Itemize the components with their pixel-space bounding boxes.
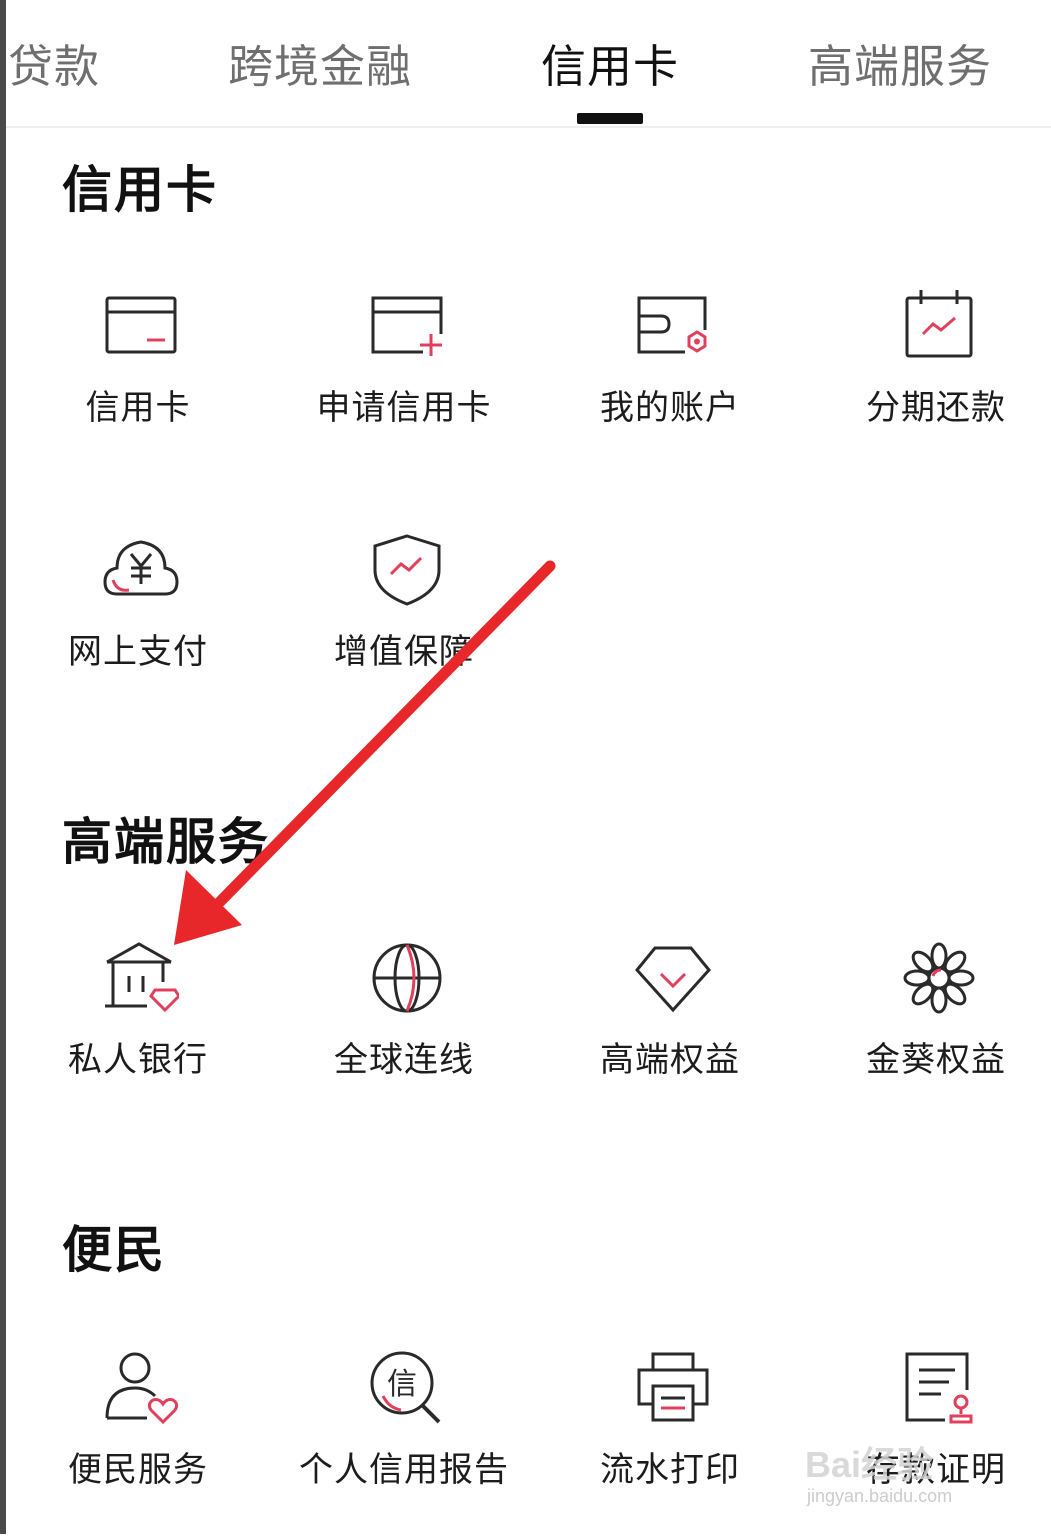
item-label: 全球连线 [334,1040,474,1080]
tab-credit-card[interactable]: 信用卡 [541,30,679,95]
watermark-brand: Bai经验 [805,1444,934,1485]
item-my-account[interactable]: 我的账户 [540,288,800,478]
item-value-added-protection[interactable]: 增值保障 [274,532,534,722]
baidu-jingyan-watermark: Bai经验 jingyan.baidu.com [805,1432,1005,1512]
tab-premium-services[interactable]: 高端服务 [808,30,992,95]
screen-left-edge [0,0,6,1534]
item-installment-repayment[interactable]: 分期还款 [806,288,1051,478]
item-private-banking[interactable]: 私人银行 [8,940,268,1130]
section-title-convenience: 便民 [62,1221,166,1279]
svg-text:信: 信 [387,1367,417,1402]
top-tab-bar: 贷款 跨境金融 信用卡 高端服务 [6,0,1051,128]
printer-icon [637,1352,709,1422]
item-global-connect[interactable]: 全球连线 [274,940,534,1130]
item-premium-benefits[interactable]: 高端权益 [540,940,800,1130]
credit-report-search-icon: 信 [370,1351,441,1424]
section-title-credit-card: 信用卡 [62,161,218,219]
item-golden-sunflower-benefits[interactable]: 金葵权益 [806,940,1051,1130]
red-annotation-arrow [174,560,556,945]
flower-icon [903,942,975,1014]
diamond-icon [635,946,711,1013]
item-label: 增值保障 [334,632,474,672]
bank-diamond-icon [105,942,179,1013]
item-label: 我的账户 [600,388,740,428]
watermark-site: jingyan.baidu.com [807,1486,953,1506]
item-online-payment[interactable]: 网上支付 [8,532,268,722]
tab-cross-border-finance[interactable]: 跨境金融 [228,30,412,95]
item-label: 个人信用报告 [299,1450,509,1490]
globe-icon [372,943,442,1013]
item-label: 网上支付 [68,632,208,672]
item-convenience-services[interactable]: 便民服务 [8,1350,268,1540]
item-label: 高端权益 [600,1040,740,1080]
wallet-account-icon [637,296,707,354]
shield-icon [373,534,441,606]
user-heart-icon [105,1352,179,1425]
apply-card-icon [371,296,443,356]
item-label: 便民服务 [68,1450,208,1490]
item-label: 申请信用卡 [316,388,492,428]
item-personal-credit-report[interactable]: 信 个人信用报告 [274,1350,534,1540]
item-label: 信用卡 [85,388,191,428]
tab-loans[interactable]: 贷款 [8,30,100,95]
item-label: 分期还款 [866,388,1006,428]
calendar-installment-icon [905,290,973,358]
item-credit-card[interactable]: 信用卡 [8,288,268,478]
active-tab-indicator [577,113,643,124]
item-statement-print[interactable]: 流水打印 [540,1350,800,1540]
item-label: 私人银行 [68,1040,208,1080]
credit-card-icon [105,296,177,354]
item-label: 金葵权益 [866,1040,1006,1080]
item-label: 流水打印 [600,1450,740,1490]
deposit-certificate-icon [905,1352,973,1424]
section-title-premium-services: 高端服务 [62,813,270,871]
item-apply-credit-card[interactable]: 申请信用卡 [274,288,534,478]
cloud-yuan-icon [103,540,179,596]
